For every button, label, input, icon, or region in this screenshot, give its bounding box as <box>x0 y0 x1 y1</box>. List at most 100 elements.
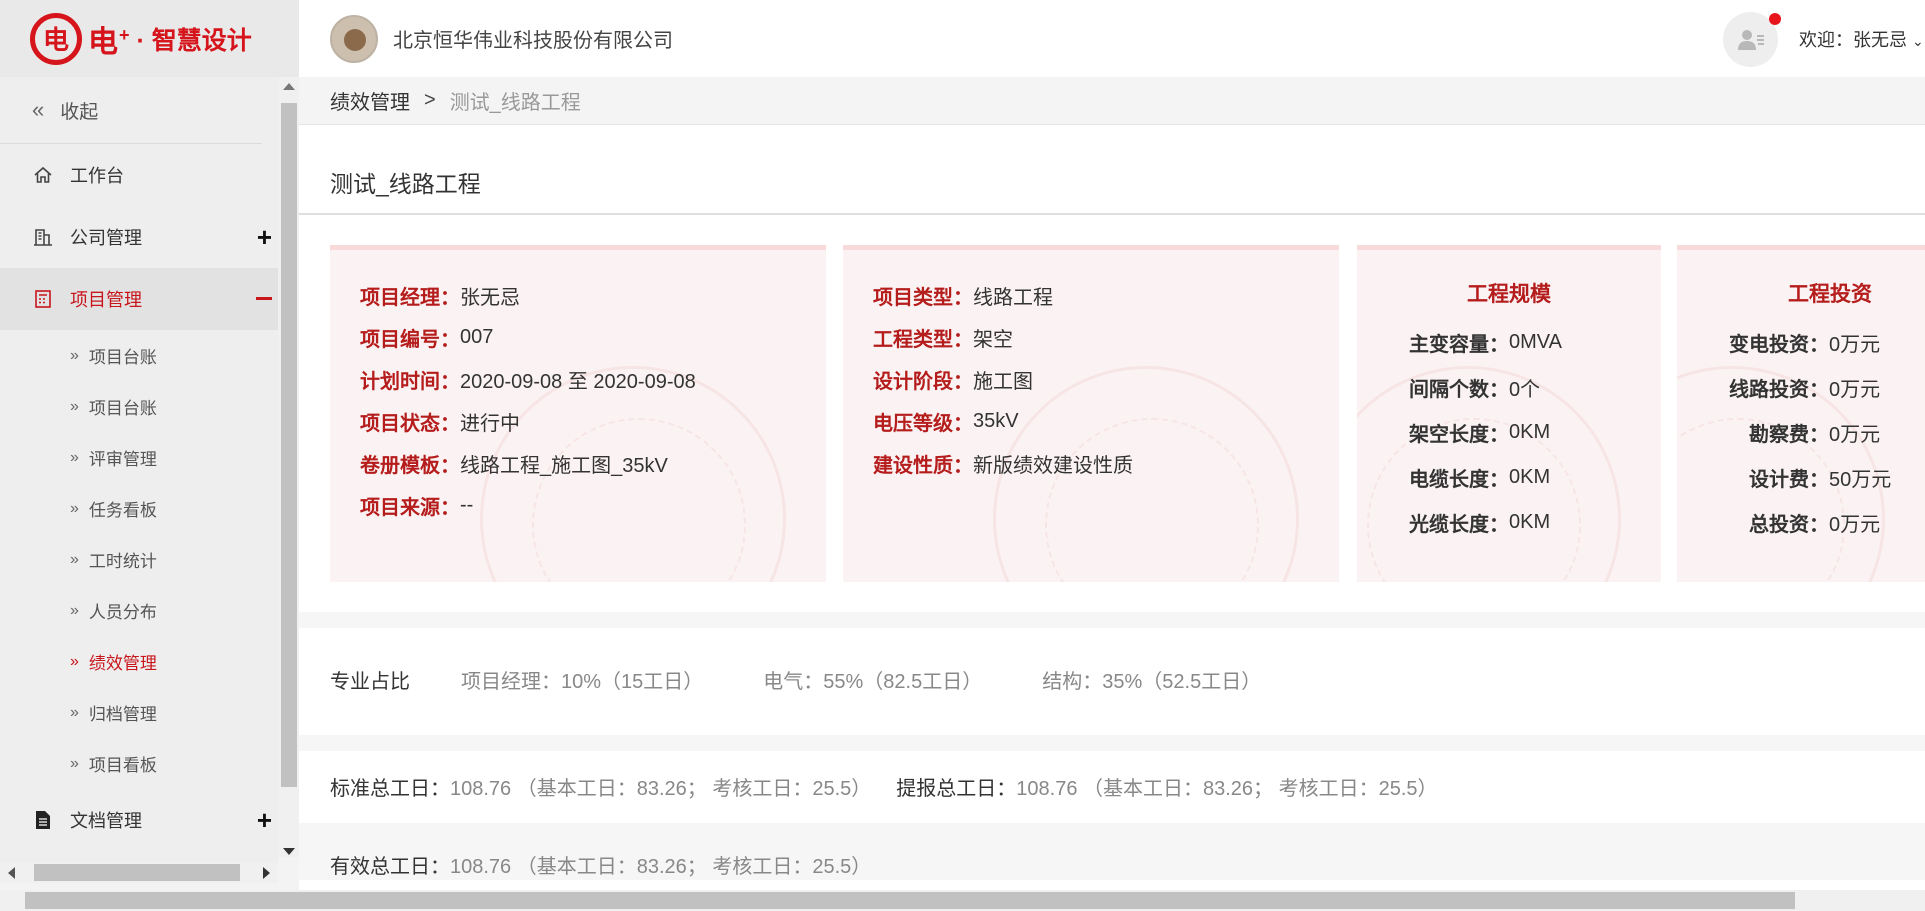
chevron-double-right-icon: » <box>70 550 79 568</box>
scroll-left-arrow-icon[interactable] <box>8 867 15 879</box>
sidebar-item-label: 文档管理 <box>70 811 142 831</box>
chevron-double-right-icon: » <box>70 652 79 670</box>
info-row: 间隔个数： 0个 <box>1405 365 1562 410</box>
sidebar-vertical-scrollbar[interactable] <box>278 77 299 857</box>
card-title: 工程规模 <box>1467 283 1551 306</box>
sidebar-item-documents[interactable]: 文档管理 + <box>0 789 278 851</box>
sidebar-item-workbench[interactable]: 工作台 <box>0 144 278 206</box>
field-label: 勘察费： <box>1749 424 1829 446</box>
field-label: 总投资： <box>1749 514 1829 536</box>
field-label: 项目类型： <box>873 286 973 309</box>
sidebar-item-project[interactable]: 项目管理 <box>0 268 278 330</box>
specialty-label: 专业占比 <box>330 671 410 693</box>
scrollbar-thumb[interactable] <box>34 864 240 881</box>
field-label: 设计阶段： <box>873 370 973 393</box>
expand-plus-icon[interactable]: + <box>257 222 272 253</box>
info-row: 设计费： 50万元 <box>1725 455 1891 500</box>
field-value: 进行中 <box>460 412 520 435</box>
field-value: 0KM <box>1509 421 1551 443</box>
field-value: 0万元 <box>1829 379 1881 401</box>
welcome-text: 欢迎：张无忌 <box>1799 30 1907 50</box>
info-row: 设计阶段： 施工图 <box>873 358 1133 400</box>
brand-subtitle: · 智慧设计 <box>136 26 252 55</box>
building-icon <box>32 226 54 248</box>
chevron-double-right-icon: » <box>70 754 79 772</box>
field-label: 设计费： <box>1749 469 1829 491</box>
field-label: 项目编号： <box>360 328 460 351</box>
brand-name: 电+ <box>88 24 131 59</box>
info-row: 勘察费： 0万元 <box>1725 410 1891 455</box>
field-label: 项目来源： <box>360 496 460 519</box>
field-label: 架空长度： <box>1409 424 1509 446</box>
subnav-label: 任务看板 <box>88 501 157 520</box>
subnav-item-ledger-2[interactable]: » 项目台账 <box>0 381 278 432</box>
sidebar-horizontal-scrollbar[interactable] <box>0 862 278 883</box>
scrollbar-thumb[interactable] <box>281 103 297 787</box>
subnav-item-task-board[interactable]: » 任务看板 <box>0 483 278 534</box>
collapse-button[interactable]: « 收起 <box>0 77 262 144</box>
info-row: 项目状态： 进行中 <box>360 400 696 442</box>
info-row: 线路投资： 0万元 <box>1725 365 1891 410</box>
field-label: 项目经理： <box>360 286 460 309</box>
field-value: 0万元 <box>1829 334 1881 356</box>
field-value: 0万元 <box>1829 514 1881 536</box>
brand-logo[interactable]: 电 电+ · 智慧设计 <box>0 0 299 77</box>
subnav-item-hours[interactable]: » 工时统计 <box>0 534 278 585</box>
info-row: 项目经理： 张无忌 <box>360 274 696 316</box>
brand-mark-icon: 电 <box>30 12 82 65</box>
breadcrumb-current: 测试_线路工程 <box>449 92 581 114</box>
user-menu-trigger[interactable]: 欢迎：张无忌 ⌄ <box>1799 26 1924 52</box>
subnav-label: 工时统计 <box>88 552 157 571</box>
field-value: 新版绩效建设性质 <box>973 454 1133 477</box>
user-list-icon <box>1737 29 1764 50</box>
info-row: 变电投资： 0万元 <box>1725 320 1891 365</box>
chevron-double-right-icon: » <box>70 499 79 517</box>
scroll-right-arrow-icon[interactable] <box>263 867 270 879</box>
page-horizontal-scrollbar[interactable] <box>0 890 1925 911</box>
project-info-card: 项目经理： 张无忌 项目编号： 007 计划时间： 2020-09-08 至 2020… <box>330 245 826 582</box>
subnav-label: 评审管理 <box>88 450 157 469</box>
effective-total-row: 有效总工日： 108.76 （基本工日：83.26； 考核工日：25.5） <box>330 850 871 879</box>
field-label: 主变容量： <box>1409 334 1509 356</box>
specialty-ratio-row: 专业占比 项目经理：10%（15工日） 电气：55%（82.5工日） 结构：35… <box>330 665 1321 694</box>
collapse-label: 收起 <box>60 101 99 123</box>
field-label: 间隔个数： <box>1409 379 1509 401</box>
collapse-minus-icon[interactable] <box>256 297 272 300</box>
subnav-item-project-board[interactable]: » 项目看板 <box>0 738 278 789</box>
company-logo <box>330 14 378 63</box>
expand-plus-icon[interactable]: + <box>257 805 272 836</box>
info-row: 架空长度： 0KM <box>1405 410 1562 455</box>
sidebar-item-company[interactable]: 公司管理 + <box>0 206 278 268</box>
breadcrumb: 绩效管理 > 测试_线路工程 <box>299 77 1925 125</box>
section-divider <box>299 612 1925 628</box>
field-value: 0KM <box>1509 466 1551 488</box>
breadcrumb-link-performance[interactable]: 绩效管理 <box>330 86 410 115</box>
field-label: 建设性质： <box>873 454 973 477</box>
subnav-item-review[interactable]: » 评审管理 <box>0 432 278 483</box>
chevron-double-right-icon: » <box>70 397 79 415</box>
scrollbar-thumb[interactable] <box>25 892 1795 909</box>
top-header: 北京恒华伟业科技股份有限公司 欢迎：张无忌 ⌄ <box>299 0 1925 77</box>
subnav-item-archive[interactable]: » 归档管理 <box>0 687 278 738</box>
field-label: 光缆长度： <box>1409 514 1509 536</box>
field-label: 卷册模板： <box>360 454 460 477</box>
breadcrumb-separator-icon: > <box>424 89 436 111</box>
subnav-item-ledger[interactable]: » 项目台账 <box>0 330 278 381</box>
chevron-double-right-icon: » <box>70 703 79 721</box>
scroll-up-arrow-icon[interactable] <box>283 83 295 90</box>
side-menu: « 收起 工作台 公司管理 + 项目管理 » 项目台账 » 项目台账 » 评审管… <box>0 77 278 877</box>
divider <box>299 213 1925 215</box>
reported-total-label: 提报总工日： <box>896 778 1017 800</box>
double-chevron-left-icon: « <box>32 97 45 122</box>
field-label: 电缆长度： <box>1409 469 1509 491</box>
subnav-item-performance[interactable]: » 绩效管理 <box>0 636 278 687</box>
field-value: 架空 <box>973 328 1013 351</box>
field-label: 工程类型： <box>873 328 973 351</box>
field-value: 线路工程_施工图_35kV <box>460 454 668 477</box>
specialty-item: 结构：35%（52.5工日） <box>1042 671 1262 693</box>
subnav-label: 绩效管理 <box>88 654 157 673</box>
field-value: 2020-09-08 至 2020-09-08 <box>460 370 696 393</box>
subnav-item-staff[interactable]: » 人员分布 <box>0 585 278 636</box>
scroll-down-arrow-icon[interactable] <box>283 848 295 855</box>
